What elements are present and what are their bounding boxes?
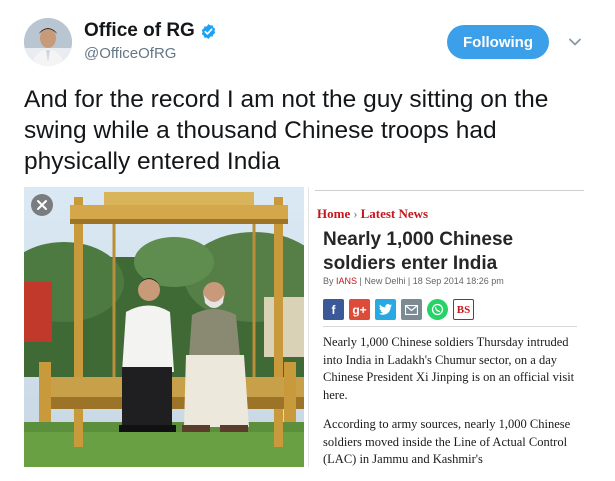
verified-badge-icon xyxy=(201,23,216,39)
article-paragraph: According to army sources, nearly 1,000 … xyxy=(323,417,571,466)
tweet-header: Office of RG @OfficeOfRG Following xyxy=(0,0,615,80)
business-standard-icon: BS xyxy=(453,299,474,320)
chevron-down-icon[interactable] xyxy=(568,35,582,49)
breadcrumb-home: Home xyxy=(317,206,351,221)
avatar[interactable] xyxy=(24,18,72,66)
article-headline: Nearly 1,000 Chinese soldiers enter Indi… xyxy=(323,229,514,274)
author-handle[interactable]: @OfficeOfRG xyxy=(84,45,176,62)
google-plus-icon: g+ xyxy=(349,299,370,320)
breadcrumb: Home › Latest News xyxy=(317,206,428,222)
swing-photo xyxy=(24,187,304,467)
email-icon xyxy=(401,299,422,320)
author-display-name[interactable]: Office of RG xyxy=(84,20,195,42)
breadcrumb-separator: › xyxy=(353,206,358,221)
news-article-screenshot: Home › Latest News Nearly 1,000 Chinese so… xyxy=(308,187,584,467)
share-divider xyxy=(323,326,577,327)
tweet-media[interactable]: Home › Latest News Nearly 1,000 Chinese so… xyxy=(24,187,584,467)
article-paragraph: Nearly 1,000 Chinese soldiers Thursday i… xyxy=(323,335,575,402)
tweet-text: And for the record I am not the guy sitt… xyxy=(24,86,549,175)
article-byline: By IANS | New Delhi | 18 Sep 2014 18:26 … xyxy=(323,276,504,286)
whatsapp-icon xyxy=(427,299,448,320)
close-media-button[interactable] xyxy=(31,194,53,216)
byline-prefix: By xyxy=(323,276,337,286)
share-buttons: f g+ BS xyxy=(323,299,474,320)
following-button[interactable]: Following xyxy=(447,25,549,59)
author-name-row: Office of RG xyxy=(84,20,217,42)
close-icon xyxy=(37,200,47,210)
breadcrumb-latest-news: Latest News xyxy=(360,206,429,221)
twitter-icon xyxy=(375,299,396,320)
article-divider xyxy=(315,190,584,191)
facebook-icon: f xyxy=(323,299,344,320)
byline-author: IANS xyxy=(336,276,358,286)
byline-rest: | New Delhi | 18 Sep 2014 18:26 pm xyxy=(357,276,504,286)
